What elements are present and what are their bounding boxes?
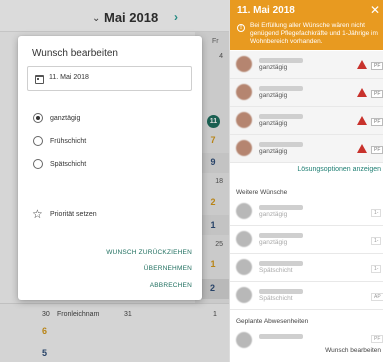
qualification-tag: 1- [371,265,382,273]
avatar [236,112,252,128]
solution-options-link[interactable]: Lösungsoptionen anzeigen [297,166,381,173]
list-item[interactable]: ganztägig 1- [230,226,383,254]
radio-label[interactable]: Frühschicht [50,138,86,145]
panel-header: 11. Mai 2018 ✕ ! Bei Erfüllung aller Wün… [230,0,383,50]
radio-ganztaegig[interactable] [33,113,43,123]
avatar [236,56,252,72]
avatar [236,203,252,219]
avatar [236,287,252,303]
list-item[interactable]: ganztägig PF [230,79,383,107]
shift-label: ganztägig [259,211,288,218]
warning-icon [357,144,367,153]
list-item[interactable]: Spätschicht AP [230,282,383,310]
date-field[interactable]: 11. Mai 2018 [27,66,192,91]
blurred-name [259,86,303,91]
shift-label: ganztägig [259,64,288,71]
qualification-tag: PF [371,118,383,126]
priority-label[interactable]: Priorität setzen [50,211,97,218]
apply-button[interactable]: ÜBERNEHMEN [144,265,192,272]
warning-icon [357,60,367,69]
day-detail-panel: 11. Mai 2018 ✕ ! Bei Erfüllung aller Wün… [229,0,383,362]
blurred-name [259,142,303,147]
list-item[interactable]: ganztägig PF [230,107,383,135]
blurred-name [259,289,303,294]
avatar [236,231,252,247]
calendar-icon [35,75,44,84]
cancel-button[interactable]: ABBRECHEN [150,282,192,289]
list-item[interactable]: ganztägig 1- [230,198,383,226]
blurred-name [259,233,303,238]
blurred-name [259,58,303,63]
radio-spaetschicht[interactable] [33,159,43,169]
edit-wish-button[interactable]: Wunsch bearbeiten [325,347,381,354]
shift-label: Spätschicht [259,295,293,302]
shift-label: ganztägig [259,120,288,127]
qualification-tag: PF [371,146,383,154]
qualification-tag: PF [371,62,383,70]
shift-label: Spätschicht [259,267,293,274]
qualification-tag: 1- [371,237,382,245]
section-heading: Weitere Wünsche [236,189,288,196]
list-item[interactable]: ganztägig PF [230,51,383,79]
shift-label: ganztägig [259,148,288,155]
edit-wish-dialog: Wunsch bearbeiten 11. Mai 2018 ganztägig… [18,36,202,300]
blurred-name [259,114,303,119]
radio-label[interactable]: ganztägig [50,115,80,122]
info-icon: ! [237,24,245,32]
star-outline-icon[interactable]: ☆ [32,208,43,220]
shift-label: ganztägig [259,239,288,246]
warning-icon [357,88,367,97]
qualification-tag: PF [371,335,383,343]
withdraw-wish-button[interactable]: WUNSCH ZURÜCKZIEHEN [106,249,192,256]
dialog-title: Wunsch bearbeiten [32,48,118,59]
radio-fruehschicht[interactable] [33,136,43,146]
radio-label[interactable]: Spätschicht [50,161,86,168]
avatar [236,332,252,348]
warning-text: Bei Erfüllung aller Wünsche wären nicht … [250,22,378,45]
qualification-tag: 1- [371,209,382,217]
warning-icon [357,116,367,125]
avatar [236,140,252,156]
qualification-tag: AP [371,293,383,301]
list-item[interactable]: Spätschicht 1- [230,254,383,282]
panel-title: 11. Mai 2018 [237,5,295,16]
blurred-name [259,334,303,339]
close-icon[interactable]: ✕ [370,3,380,17]
qualification-tag: PF [371,90,383,98]
avatar [236,84,252,100]
date-value: 11. Mai 2018 [49,74,89,81]
list-item[interactable]: ganztägig PF [230,135,383,163]
blurred-name [259,205,303,210]
shift-label: ganztägig [259,92,288,99]
avatar [236,259,252,275]
blurred-name [259,261,303,266]
section-heading: Geplante Abwesenheiten [236,318,309,325]
